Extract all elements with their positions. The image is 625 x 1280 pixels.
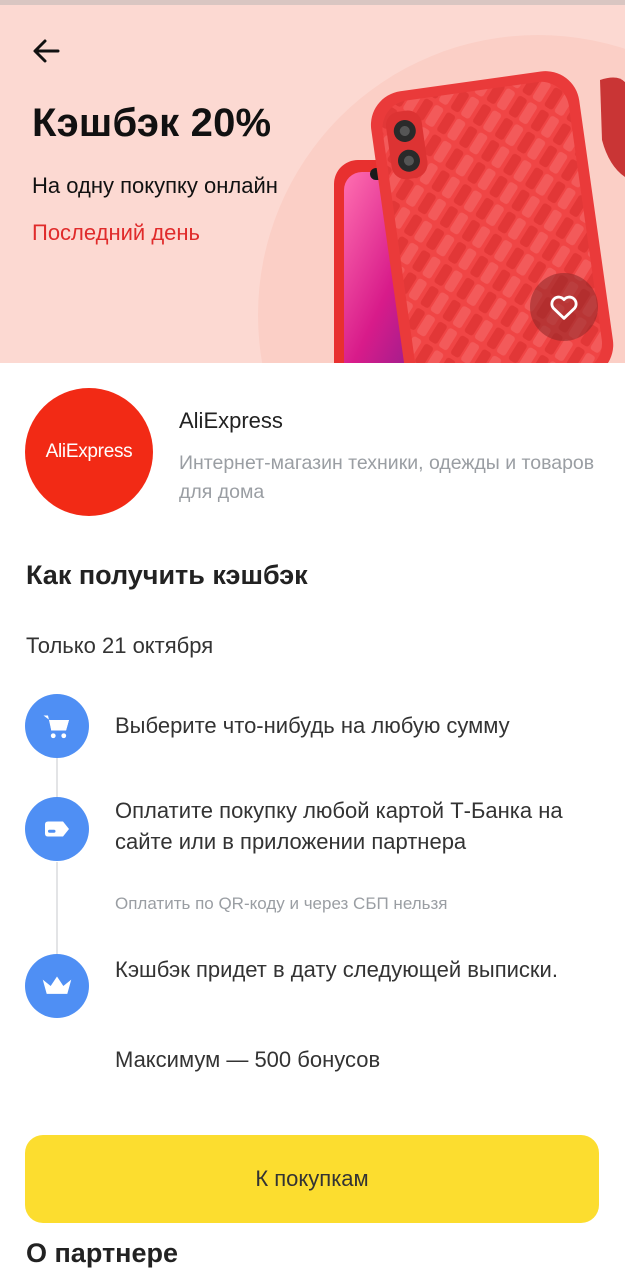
promo-banner: Кэшбэк 20% На одну покупку онлайн Послед… (0, 5, 625, 363)
back-button[interactable] (28, 33, 64, 69)
heart-icon (550, 295, 578, 320)
about-partner-heading: О партнере (26, 1238, 179, 1268)
step-2-text: Оплатите покупку любой картой Т-Банка на… (115, 798, 563, 854)
step-connector (56, 862, 58, 954)
step-3-max: Максимум — 500 бонусов (115, 1047, 381, 1072)
arrow-left-icon (33, 39, 60, 63)
card-icon (45, 821, 69, 837)
partner-description: Интернет-магазин техники, одежды и товар… (179, 452, 595, 503)
step-3-text: Кэшбэк придет в дату следующей выписки. (115, 957, 558, 982)
step-2-badge (25, 797, 89, 861)
favorite-button[interactable] (530, 273, 598, 341)
go-shopping-label: К покупкам (255, 1166, 369, 1191)
cashback-subtitle: На одну покупку онлайн (32, 173, 278, 198)
step-1-text: Выберите что-нибудь на любую сумму (115, 713, 510, 738)
cashback-title: Кэшбэк 20% (32, 101, 272, 145)
partner-logo: AliExpress (25, 388, 153, 516)
offer-date: Только 21 октября (26, 633, 214, 658)
partner-card: AliExpress AliExpress Интернет-магазин т… (0, 363, 625, 533)
cart-icon (43, 715, 69, 739)
deadline-label: Последний день (32, 220, 200, 245)
crown-icon (42, 976, 72, 994)
step-3-badge (25, 954, 89, 1018)
partner-logo-text: AliExpress (45, 441, 133, 462)
partner-name: AliExpress (179, 408, 283, 433)
go-shopping-button[interactable]: К покупкам (25, 1135, 599, 1223)
step-1-badge (25, 694, 89, 758)
step-connector (56, 758, 58, 798)
step-2-note: Оплатить по QR-коду и через СБП нельзя (115, 894, 448, 913)
how-to-title: Как получить кэшбэк (26, 560, 308, 590)
